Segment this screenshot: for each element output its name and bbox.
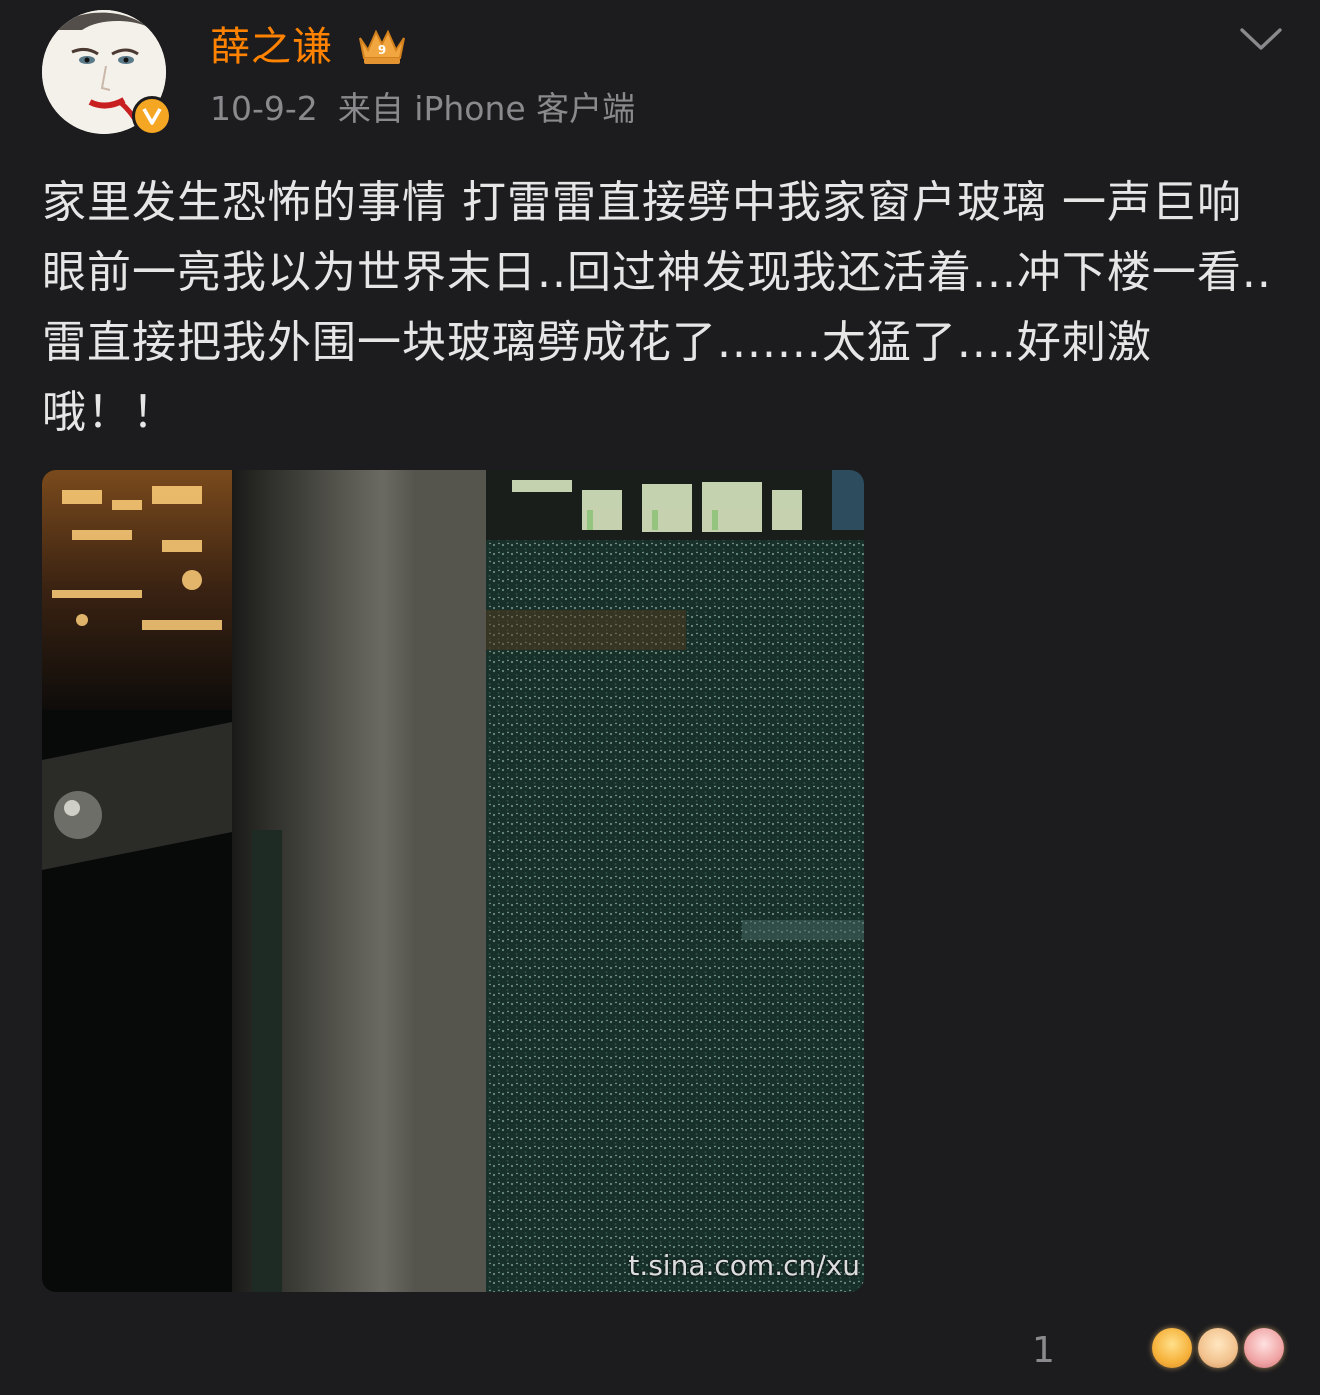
verified-v-icon bbox=[132, 96, 172, 136]
emoji-face-icon bbox=[1152, 1328, 1192, 1368]
weibo-post: 薛之谦 9 10-9-2 来自 iPhone 客户端 家里发生恐怖的事情 打雷雷直… bbox=[0, 0, 1320, 1395]
emoji-face-icon bbox=[1244, 1328, 1284, 1368]
post-text: 家里发生恐怖的事情 打雷雷直接劈中我家窗户玻璃 一声巨响眼前一亮我以为世界末日.… bbox=[42, 177, 1272, 438]
like-count[interactable]: 1 bbox=[1032, 1328, 1055, 1374]
svg-text:9: 9 bbox=[378, 43, 386, 57]
author-name[interactable]: 薛之谦 bbox=[210, 20, 333, 74]
author-avatar[interactable] bbox=[42, 10, 172, 138]
image-watermark: t.sina.com.cn/xu bbox=[628, 1249, 860, 1282]
post-source: 来自 iPhone 客户端 bbox=[337, 89, 636, 128]
emoji-face-icon bbox=[1198, 1328, 1238, 1368]
vip-crown-icon[interactable]: 9 bbox=[354, 24, 410, 68]
post-meta: 10-9-2 来自 iPhone 客户端 bbox=[210, 86, 635, 132]
chevron-down-icon[interactable] bbox=[1238, 24, 1284, 54]
reaction-emojis[interactable] bbox=[1150, 1326, 1310, 1372]
post-time: 10-9-2 bbox=[210, 89, 318, 128]
post-photo[interactable]: t.sina.com.cn/xu bbox=[42, 470, 864, 1292]
